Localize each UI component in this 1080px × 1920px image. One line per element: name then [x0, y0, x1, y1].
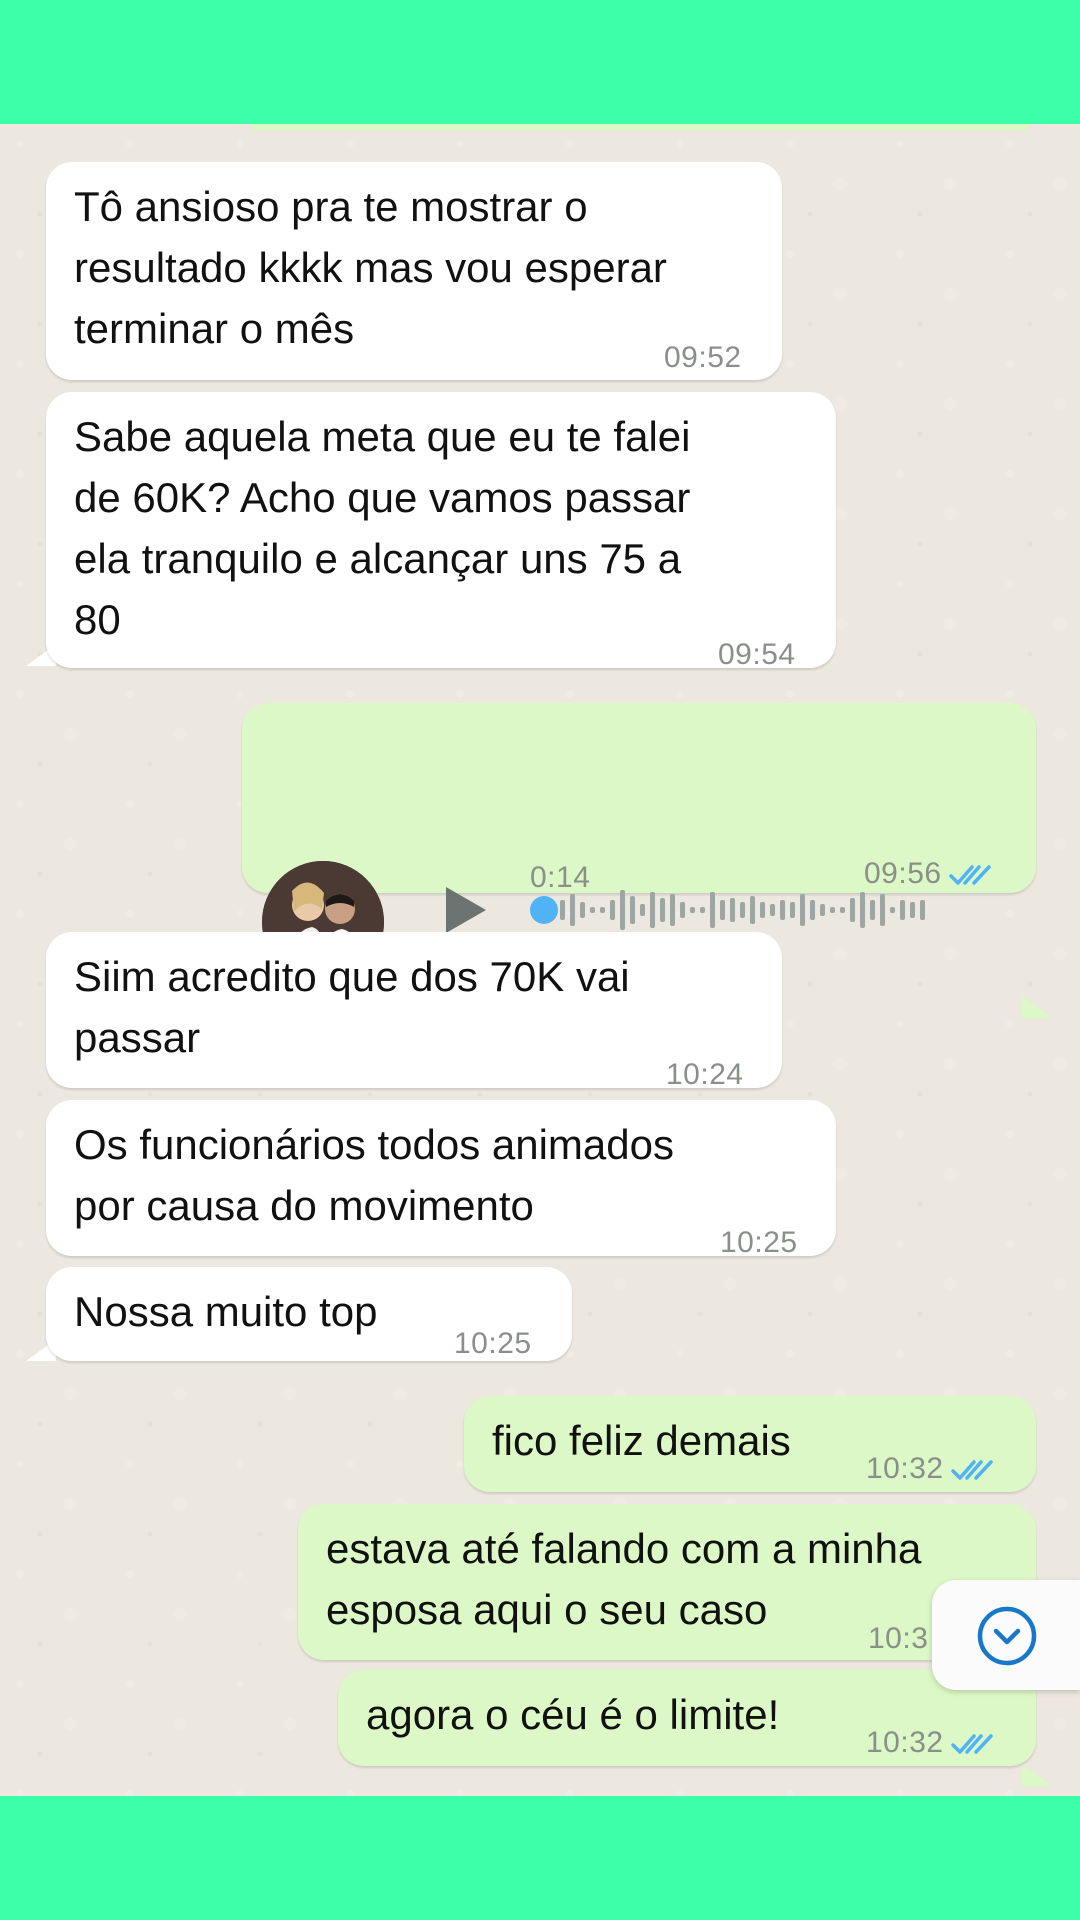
play-icon[interactable] [444, 885, 488, 935]
bubble-tail [1022, 1764, 1052, 1786]
message-time: 10:32 [866, 1712, 994, 1773]
incoming-message[interactable]: Os funcionários todos animados por causa… [46, 1100, 836, 1259]
message-time: 10:3 [868, 1622, 929, 1655]
previous-message-edge [250, 124, 1030, 130]
voice-waveform[interactable] [528, 886, 1028, 934]
message-time: 09:54 [718, 638, 796, 671]
message-time: 09:52 [664, 341, 742, 374]
top-border-band [0, 0, 1080, 124]
message-text: Tô ansioso pra te mostrar o resultado kk… [74, 183, 667, 352]
double-check-icon [950, 1460, 993, 1480]
double-check-icon [948, 865, 991, 885]
incoming-message[interactable]: Nossa muito top 10:25 [46, 1267, 572, 1361]
double-check-icon [950, 1734, 993, 1754]
scroll-to-bottom-button[interactable] [932, 1580, 1080, 1690]
outgoing-message[interactable]: fico feliz demais 10:32 [464, 1396, 1036, 1492]
bubble-tail [1022, 996, 1052, 1018]
outgoing-message[interactable]: estava até falando com a minha esposa aq… [298, 1504, 1036, 1660]
message-time: 10:24 [666, 1058, 744, 1091]
voice-message[interactable]: 0:14 09:56 [242, 703, 1036, 894]
message-text: Sabe aquela meta que eu te falei de 60K?… [74, 413, 691, 643]
message-text: Siim acredito que dos 70K vai passar [74, 953, 630, 1061]
message-text: Os funcionários todos animados por causa… [74, 1121, 674, 1229]
message-time: 10:25 [720, 1226, 798, 1259]
incoming-message[interactable]: Tô ansioso pra te mostrar o resultado kk… [46, 162, 782, 380]
outgoing-message[interactable]: agora o céu é o limite! 10:32 [338, 1670, 1036, 1766]
chat-area[interactable]: Tô ansioso pra te mostrar o resultado kk… [0, 124, 1080, 1796]
message-time: 10:25 [454, 1327, 532, 1360]
incoming-message[interactable]: Siim acredito que dos 70K vai passar 10:… [46, 932, 782, 1091]
bottom-border-band [0, 1796, 1080, 1920]
incoming-message[interactable]: Sabe aquela meta que eu te falei de 60K?… [46, 392, 836, 671]
message-time: 10:32 [866, 1438, 994, 1499]
chevron-down-circle-icon [977, 1606, 1037, 1666]
